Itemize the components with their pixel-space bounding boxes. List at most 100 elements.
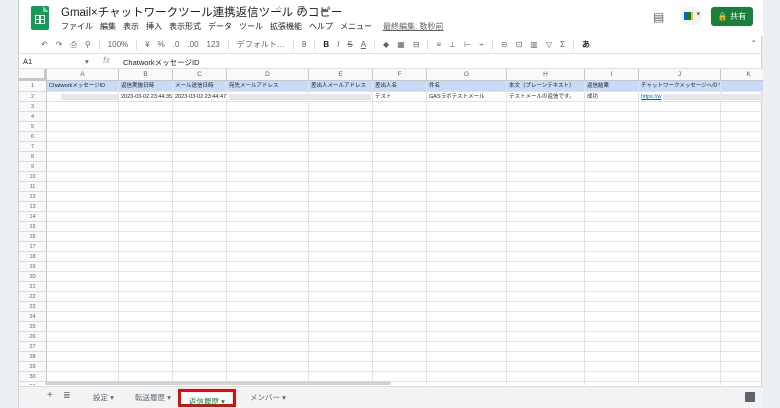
- empty-cell[interactable]: [507, 342, 585, 352]
- empty-cell[interactable]: [373, 232, 427, 242]
- empty-cell[interactable]: [119, 202, 173, 212]
- empty-cell[interactable]: [639, 282, 721, 292]
- empty-cell[interactable]: [427, 182, 507, 192]
- empty-cell[interactable]: [639, 182, 721, 192]
- font-select[interactable]: デフォルト…: [237, 39, 285, 50]
- empty-cell[interactable]: [173, 102, 227, 112]
- empty-cell[interactable]: [373, 362, 427, 372]
- empty-cell[interactable]: [227, 112, 309, 122]
- empty-cell[interactable]: [47, 232, 119, 242]
- empty-cell[interactable]: [427, 122, 507, 132]
- empty-cell[interactable]: [585, 262, 639, 272]
- empty-cell[interactable]: [47, 202, 119, 212]
- empty-cell[interactable]: [309, 312, 373, 322]
- empty-cell[interactable]: [585, 342, 639, 352]
- empty-cell[interactable]: [373, 302, 427, 312]
- empty-cell[interactable]: [721, 272, 763, 282]
- data-cell[interactable]: テストメールの返信です。: [507, 92, 585, 102]
- menu-custom[interactable]: メニュー: [340, 21, 372, 32]
- empty-cell[interactable]: [507, 242, 585, 252]
- empty-cell[interactable]: [373, 212, 427, 222]
- empty-cell[interactable]: [173, 132, 227, 142]
- menu-extensions[interactable]: 拡張機能: [270, 21, 302, 32]
- italic-icon[interactable]: I: [337, 40, 339, 49]
- empty-cell[interactable]: [309, 282, 373, 292]
- empty-cell[interactable]: [507, 282, 585, 292]
- empty-cell[interactable]: [119, 102, 173, 112]
- row-header[interactable]: 16: [19, 232, 47, 242]
- empty-cell[interactable]: [119, 252, 173, 262]
- empty-cell[interactable]: [227, 302, 309, 312]
- empty-cell[interactable]: [173, 112, 227, 122]
- number-format-select[interactable]: 123: [207, 40, 220, 49]
- empty-cell[interactable]: [119, 162, 173, 172]
- empty-cell[interactable]: [721, 342, 763, 352]
- empty-cell[interactable]: [119, 232, 173, 242]
- empty-cell[interactable]: [373, 112, 427, 122]
- empty-cell[interactable]: [639, 192, 721, 202]
- empty-cell[interactable]: [427, 372, 507, 382]
- text-color-icon[interactable]: A: [361, 40, 366, 49]
- empty-cell[interactable]: [373, 262, 427, 272]
- row-header[interactable]: 25: [19, 322, 47, 332]
- empty-cell[interactable]: [585, 322, 639, 332]
- column-header[interactable]: C: [173, 69, 227, 81]
- row-header[interactable]: 11: [19, 182, 47, 192]
- empty-cell[interactable]: [507, 272, 585, 282]
- empty-cell[interactable]: [721, 102, 763, 112]
- empty-cell[interactable]: [585, 172, 639, 182]
- empty-cell[interactable]: [721, 122, 763, 132]
- empty-cell[interactable]: [639, 322, 721, 332]
- empty-cell[interactable]: [227, 312, 309, 322]
- empty-cell[interactable]: [639, 382, 721, 385]
- empty-cell[interactable]: [427, 162, 507, 172]
- spreadsheet-grid[interactable]: A B C D E F G H I J K 1 ChatworkメッセージID 返信実施日時 メール送信日時…: [19, 69, 763, 385]
- empty-cell[interactable]: [173, 332, 227, 342]
- empty-cell[interactable]: [427, 342, 507, 352]
- empty-cell[interactable]: [721, 142, 763, 152]
- empty-cell[interactable]: [227, 102, 309, 112]
- empty-cell[interactable]: [227, 132, 309, 142]
- empty-cell[interactable]: [639, 312, 721, 322]
- empty-cell[interactable]: [373, 312, 427, 322]
- menu-help[interactable]: ヘルプ: [309, 21, 333, 32]
- empty-cell[interactable]: [507, 362, 585, 372]
- empty-cell[interactable]: [309, 342, 373, 352]
- empty-cell[interactable]: [47, 162, 119, 172]
- row-header[interactable]: 7: [19, 142, 47, 152]
- empty-cell[interactable]: [639, 272, 721, 282]
- empty-cell[interactable]: [173, 242, 227, 252]
- empty-cell[interactable]: [373, 142, 427, 152]
- empty-cell[interactable]: [373, 332, 427, 342]
- empty-cell[interactable]: [427, 332, 507, 342]
- tab-settings[interactable]: 設定 ▾: [93, 392, 114, 403]
- empty-cell[interactable]: [173, 152, 227, 162]
- empty-cell[interactable]: [47, 362, 119, 372]
- empty-cell[interactable]: [227, 172, 309, 182]
- column-header[interactable]: F: [373, 69, 427, 81]
- empty-cell[interactable]: [309, 162, 373, 172]
- empty-cell[interactable]: [721, 382, 763, 385]
- row-header[interactable]: 19: [19, 262, 47, 272]
- add-sheet-button[interactable]: +: [47, 390, 53, 401]
- row-header[interactable]: 14: [19, 212, 47, 222]
- empty-cell[interactable]: [585, 362, 639, 372]
- filter-icon[interactable]: ▽: [546, 40, 552, 49]
- row-header[interactable]: 1: [19, 81, 47, 92]
- column-header[interactable]: A: [47, 69, 119, 81]
- empty-cell[interactable]: [173, 162, 227, 172]
- empty-cell[interactable]: [173, 302, 227, 312]
- empty-cell[interactable]: [227, 142, 309, 152]
- empty-cell[interactable]: [227, 342, 309, 352]
- empty-cell[interactable]: [373, 352, 427, 362]
- empty-cell[interactable]: [119, 222, 173, 232]
- column-header[interactable]: E: [309, 69, 373, 81]
- empty-cell[interactable]: [373, 192, 427, 202]
- empty-cell[interactable]: [309, 122, 373, 132]
- empty-cell[interactable]: [119, 272, 173, 282]
- empty-cell[interactable]: [119, 242, 173, 252]
- empty-cell[interactable]: [173, 122, 227, 132]
- empty-cell[interactable]: [507, 332, 585, 342]
- empty-cell[interactable]: [309, 222, 373, 232]
- empty-cell[interactable]: [507, 152, 585, 162]
